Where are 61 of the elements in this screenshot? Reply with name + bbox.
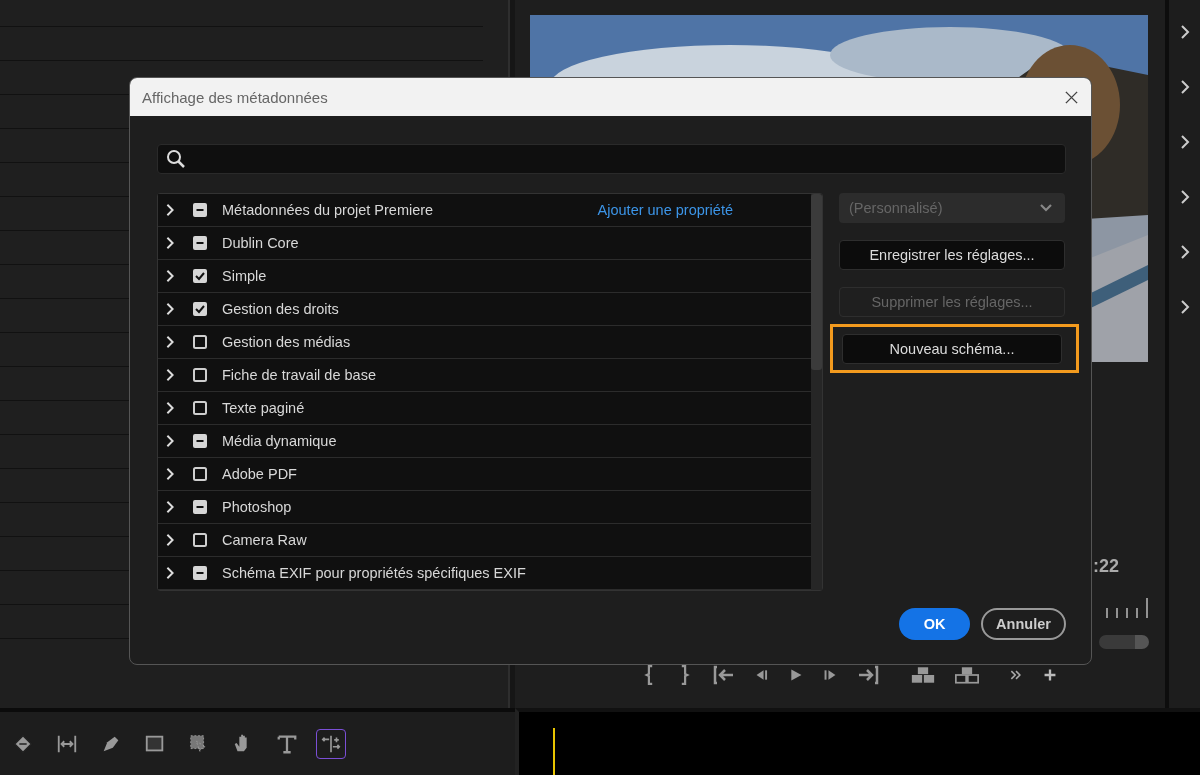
go-to-out-icon[interactable] bbox=[857, 664, 881, 686]
lift-icon[interactable] bbox=[911, 664, 935, 686]
chevron-right-icon[interactable] bbox=[165, 401, 175, 415]
checkbox[interactable] bbox=[193, 368, 207, 382]
chevron-right-icon[interactable] bbox=[165, 566, 175, 580]
dialog-title: Affichage des métadonnées bbox=[142, 88, 328, 106]
schema-label: Adobe PDF bbox=[222, 466, 297, 482]
chevron-right-icon[interactable] bbox=[165, 434, 175, 448]
checkbox[interactable] bbox=[193, 500, 207, 514]
chevron-right-icon[interactable] bbox=[1179, 134, 1190, 150]
schema-label: Gestion des droits bbox=[222, 301, 339, 317]
checkbox[interactable] bbox=[193, 269, 207, 283]
go-to-in-icon[interactable] bbox=[711, 664, 735, 686]
extract-icon[interactable] bbox=[955, 664, 979, 686]
cancel-button[interactable]: Annuler bbox=[981, 608, 1066, 640]
checkbox[interactable] bbox=[193, 566, 207, 580]
checkbox[interactable] bbox=[193, 533, 207, 547]
chevron-right-icon[interactable] bbox=[165, 500, 175, 514]
chevron-right-icon[interactable] bbox=[165, 269, 175, 283]
remix-icon[interactable] bbox=[316, 728, 346, 759]
chevron-right-icon[interactable] bbox=[165, 533, 175, 547]
schema-label: Fiche de travail de base bbox=[222, 367, 376, 383]
chevron-right-icon[interactable] bbox=[165, 335, 175, 349]
close-icon[interactable] bbox=[1064, 89, 1079, 105]
search-icon bbox=[166, 149, 186, 169]
checkbox[interactable] bbox=[193, 236, 207, 250]
chevron-right-icon[interactable] bbox=[1179, 24, 1190, 40]
chevron-right-icon[interactable] bbox=[165, 236, 175, 250]
schema-label: Camera Raw bbox=[222, 532, 307, 548]
chevron-down-icon bbox=[1039, 203, 1053, 213]
checkbox[interactable] bbox=[193, 203, 207, 217]
schema-label: Simple bbox=[222, 268, 267, 284]
schema-row[interactable]: Métadonnées du projet Premiere Ajouter une propriété bbox=[158, 194, 811, 227]
chevron-right-icon[interactable] bbox=[165, 203, 175, 217]
schema-label: Métadonnées du projet Premiere bbox=[222, 202, 434, 218]
chevron-right-icon[interactable] bbox=[1179, 244, 1190, 260]
chevron-right-icon[interactable] bbox=[165, 368, 175, 382]
checkbox[interactable] bbox=[193, 302, 207, 316]
schema-label: Photoshop bbox=[222, 499, 292, 515]
action-button[interactable]: Nouveau schéma... bbox=[842, 334, 1062, 364]
checkbox[interactable] bbox=[193, 434, 207, 448]
search-field[interactable] bbox=[157, 144, 1066, 174]
checkbox[interactable] bbox=[193, 401, 207, 415]
chevron-right-icon[interactable] bbox=[165, 302, 175, 316]
schema-label: Gestion des médias bbox=[222, 334, 351, 350]
schema-label: Dublin Core bbox=[222, 235, 299, 251]
chevron-right-icon[interactable] bbox=[1179, 189, 1190, 205]
schema-label: Texte paginé bbox=[222, 400, 305, 416]
checkbox[interactable] bbox=[193, 467, 207, 481]
checkbox[interactable] bbox=[193, 335, 207, 349]
action-button[interactable]: Enregistrer les réglages... bbox=[839, 240, 1065, 270]
zoom-scrollbar[interactable] bbox=[1099, 635, 1149, 649]
schema-label: Schéma EXIF pour propriétés spécifiques EXIF bbox=[222, 565, 526, 581]
scrollbar-thumb[interactable] bbox=[811, 194, 822, 370]
chevron-right-icon[interactable] bbox=[1179, 299, 1190, 315]
schema-label: Média dynamique bbox=[222, 433, 337, 449]
timecode: :22 bbox=[1093, 556, 1119, 577]
add-property-link[interactable]: Ajouter une propriété bbox=[597, 202, 733, 218]
chevron-right-icon[interactable] bbox=[165, 467, 175, 481]
chevron-right-icon[interactable] bbox=[1179, 79, 1190, 95]
ok-button[interactable]: OK bbox=[899, 608, 970, 640]
